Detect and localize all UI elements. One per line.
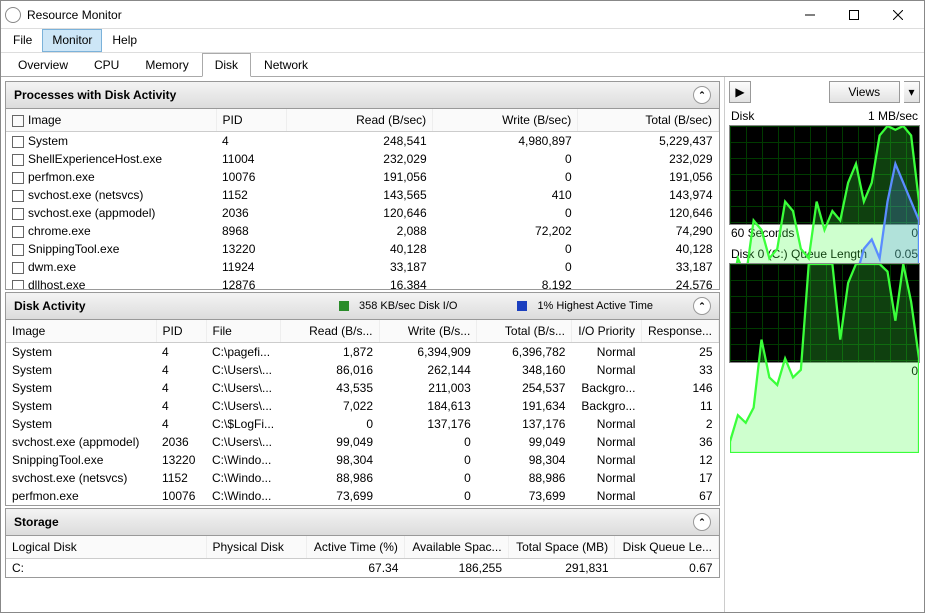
row-checkbox[interactable]: [12, 154, 24, 166]
row-checkbox[interactable]: [12, 280, 24, 289]
col-queue[interactable]: Disk Queue Le...: [615, 536, 719, 559]
panel-processes: Processes with Disk Activity ⌃ Image PID…: [5, 81, 720, 290]
table-row[interactable]: System4248,5414,980,8975,229,437: [6, 132, 719, 151]
col-pid[interactable]: PID: [156, 320, 206, 343]
col-write[interactable]: Write (B/s...: [379, 320, 477, 343]
panel-storage-body: Logical Disk Physical Disk Active Time (…: [6, 536, 719, 577]
col-total[interactable]: Total (B/s...: [477, 320, 572, 343]
table-row[interactable]: dwm.exe1192433,187033,187: [6, 258, 719, 276]
panel-disk-activity-header[interactable]: Disk Activity 358 KB/sec Disk I/O 1% Hig…: [6, 293, 719, 320]
table-row[interactable]: System4C:\$LogFi...0137,176137,176Normal…: [6, 415, 719, 433]
table-row[interactable]: System4C:\Users\...43,535211,003254,537B…: [6, 379, 719, 397]
col-read[interactable]: Read (B/sec): [286, 109, 433, 132]
col-pid[interactable]: PID: [216, 109, 286, 132]
menu-help[interactable]: Help: [102, 29, 147, 52]
stat-disk-io: 358 KB/sec Disk I/O: [359, 300, 457, 312]
col-total-space[interactable]: Total Space (MB): [508, 536, 615, 559]
tab-network[interactable]: Network: [251, 53, 321, 76]
tab-memory[interactable]: Memory: [132, 53, 201, 76]
minimize-button[interactable]: [788, 2, 832, 28]
panel-disk-activity: Disk Activity 358 KB/sec Disk I/O 1% Hig…: [5, 292, 720, 506]
close-button[interactable]: [876, 2, 920, 28]
col-image[interactable]: Image: [6, 320, 156, 343]
tab-disk[interactable]: Disk: [202, 53, 251, 77]
titlebar[interactable]: Resource Monitor: [1, 1, 924, 29]
panel-storage: Storage ⌃ Logical Disk Physical Disk Act…: [5, 508, 720, 578]
table-row[interactable]: dllhost.exe1287616,3848,19224,576: [6, 276, 719, 289]
window-title: Resource Monitor: [27, 8, 788, 22]
side-collapse-button[interactable]: ▶: [729, 81, 751, 103]
panel-processes-body[interactable]: Image PID Read (B/sec) Write (B/sec) Tot…: [6, 109, 719, 289]
tab-overview[interactable]: Overview: [5, 53, 81, 76]
graph-disk: Disk1 MB/sec 60 Seconds0: [729, 107, 920, 241]
row-checkbox[interactable]: [12, 244, 24, 256]
col-file[interactable]: File: [206, 320, 280, 343]
checkbox-all[interactable]: [12, 115, 24, 127]
menu-monitor[interactable]: Monitor: [42, 29, 102, 52]
row-checkbox[interactable]: [12, 172, 24, 184]
table-row[interactable]: ShellExperienceHost.exe11004232,0290232,…: [6, 150, 719, 168]
tab-cpu[interactable]: CPU: [81, 53, 132, 76]
table-row[interactable]: perfmon.exe10076C:\Windo...73,699073,699…: [6, 487, 719, 505]
main-pane[interactable]: Processes with Disk Activity ⌃ Image PID…: [1, 77, 724, 612]
col-resp[interactable]: Response...: [641, 320, 718, 343]
table-row[interactable]: C:67.34186,255291,8310.67: [6, 559, 719, 578]
app-icon: [5, 7, 21, 23]
table-row[interactable]: SnippingTool.exe1322040,128040,128: [6, 240, 719, 258]
row-checkbox[interactable]: [12, 262, 24, 274]
col-physical-disk[interactable]: Physical Disk: [206, 536, 306, 559]
table-row[interactable]: svchost.exe (appmodel)2036C:\Users\...99…: [6, 433, 719, 451]
blue-indicator-icon: [517, 301, 527, 311]
panel-storage-title: Storage: [14, 515, 59, 529]
table-row[interactable]: svchost.exe (netsvcs)1152C:\Windo...88,9…: [6, 469, 719, 487]
collapse-icon[interactable]: ⌃: [693, 513, 711, 531]
row-checkbox[interactable]: [12, 208, 24, 220]
col-available[interactable]: Available Spac...: [404, 536, 508, 559]
row-checkbox[interactable]: [12, 190, 24, 202]
panel-processes-header[interactable]: Processes with Disk Activity ⌃: [6, 82, 719, 109]
menu-file[interactable]: File: [3, 29, 42, 52]
col-logical-disk[interactable]: Logical Disk: [6, 536, 206, 559]
table-row[interactable]: SnippingTool.exe13220C:\Windo...98,30409…: [6, 451, 719, 469]
table-row[interactable]: System4C:\Users\...7,022184,613191,634Ba…: [6, 397, 719, 415]
panel-processes-title: Processes with Disk Activity: [14, 88, 176, 102]
collapse-icon[interactable]: ⌃: [693, 86, 711, 104]
panel-disk-activity-body[interactable]: Image PID File Read (B/s... Write (B/s..…: [6, 320, 719, 505]
table-row[interactable]: svchost.exe (netsvcs)1152143,565410143,9…: [6, 186, 719, 204]
green-indicator-icon: [339, 301, 349, 311]
maximize-button[interactable]: [832, 2, 876, 28]
graph-queue: Disk 0 (C:) Queue Length0.05 0: [729, 245, 920, 379]
side-pane: ▶ Views ▾ Disk1 MB/sec 60 Seconds0 Disk …: [724, 77, 924, 612]
col-total[interactable]: Total (B/sec): [578, 109, 719, 132]
collapse-icon[interactable]: ⌃: [693, 297, 711, 315]
col-active-time[interactable]: Active Time (%): [306, 536, 404, 559]
graph-disk-scale: 1 MB/sec: [868, 109, 918, 123]
views-dropdown-button[interactable]: ▾: [904, 81, 920, 103]
menubar: File Monitor Help: [1, 29, 924, 53]
tabbar: Overview CPU Memory Disk Network: [1, 53, 924, 77]
row-checkbox[interactable]: [12, 226, 24, 238]
table-row[interactable]: System4C:\Users\...86,016262,144348,160N…: [6, 361, 719, 379]
table-row[interactable]: svchost.exe (appmodel)2036120,6460120,64…: [6, 204, 719, 222]
panel-storage-header[interactable]: Storage ⌃: [6, 509, 719, 536]
stat-active-time: 1% Highest Active Time: [537, 300, 653, 312]
views-button[interactable]: Views: [829, 81, 901, 103]
table-row[interactable]: System4C:\pagefi...1,8726,394,9096,396,7…: [6, 343, 719, 362]
table-row[interactable]: perfmon.exe10076191,0560191,056: [6, 168, 719, 186]
col-io[interactable]: I/O Priority: [571, 320, 641, 343]
col-read[interactable]: Read (B/s...: [280, 320, 379, 343]
table-row[interactable]: chrome.exe89682,08872,20274,290: [6, 222, 719, 240]
col-write[interactable]: Write (B/sec): [433, 109, 578, 132]
panel-disk-activity-title: Disk Activity: [14, 299, 86, 313]
graph-disk-title: Disk: [731, 109, 754, 123]
col-image[interactable]: Image: [6, 109, 216, 132]
row-checkbox[interactable]: [12, 136, 24, 148]
